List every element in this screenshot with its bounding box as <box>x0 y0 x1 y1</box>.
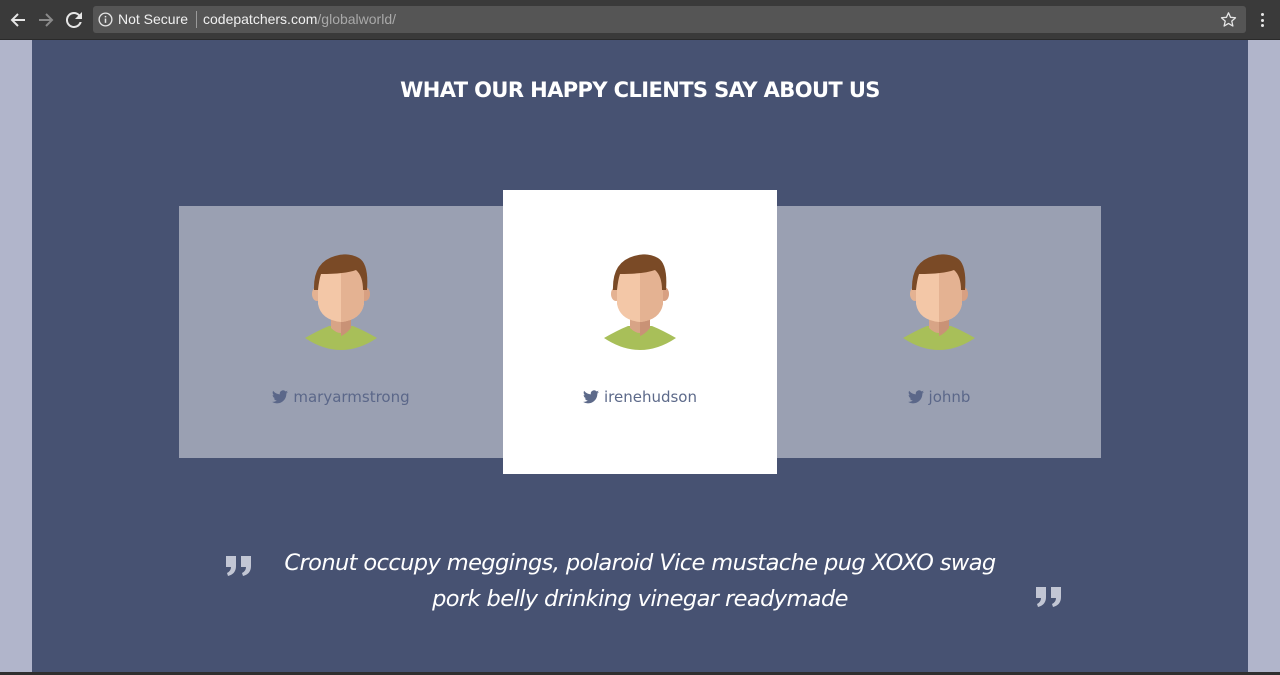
handle-text: johnb <box>928 388 971 406</box>
forward-arrow-icon[interactable] <box>35 9 57 31</box>
handle-text: irenehudson <box>603 388 697 406</box>
twitter-handle[interactable]: irenehudson <box>582 388 697 406</box>
testimonial-card-irenehudson[interactable]: irenehudson <box>503 190 777 474</box>
quote-close-icon <box>1036 587 1061 607</box>
avatar <box>604 254 676 350</box>
twitter-icon <box>907 390 924 404</box>
security-label[interactable]: Not Secure <box>118 11 188 27</box>
reload-icon[interactable] <box>63 9 85 31</box>
testimonials-section: WHAT OUR HAPPY CLIENTS SAY ABOUT US mary… <box>32 40 1248 672</box>
handle-text: maryarmstrong <box>293 388 410 406</box>
testimonial-card-johnb[interactable]: johnb <box>777 206 1101 458</box>
testimonial-quote: Cronut occupy meggings, polaroid Vice mu… <box>284 550 996 612</box>
address-bar[interactable]: Not Secure codepatchers.com/globalworld/ <box>93 6 1246 33</box>
twitter-handle[interactable]: johnb <box>907 388 971 406</box>
avatar <box>305 254 377 350</box>
menu-icon[interactable] <box>1253 10 1271 30</box>
info-icon[interactable] <box>98 12 113 27</box>
back-arrow-icon[interactable] <box>7 9 29 31</box>
url-text[interactable]: codepatchers.com/globalworld/ <box>203 11 396 27</box>
url-path: /globalworld/ <box>317 11 397 27</box>
twitter-icon <box>582 390 599 404</box>
twitter-icon <box>272 390 289 404</box>
quote-open-icon <box>226 556 251 576</box>
url-host: codepatchers.com <box>203 11 318 27</box>
twitter-handle[interactable]: maryarmstrong <box>272 388 410 406</box>
address-separator <box>196 11 197 28</box>
section-heading: WHAT OUR HAPPY CLIENTS SAY ABOUT US <box>400 78 880 102</box>
star-icon[interactable] <box>1220 11 1237 28</box>
browser-toolbar: Not Secure codepatchers.com/globalworld/ <box>0 0 1280 40</box>
avatar <box>903 254 975 350</box>
